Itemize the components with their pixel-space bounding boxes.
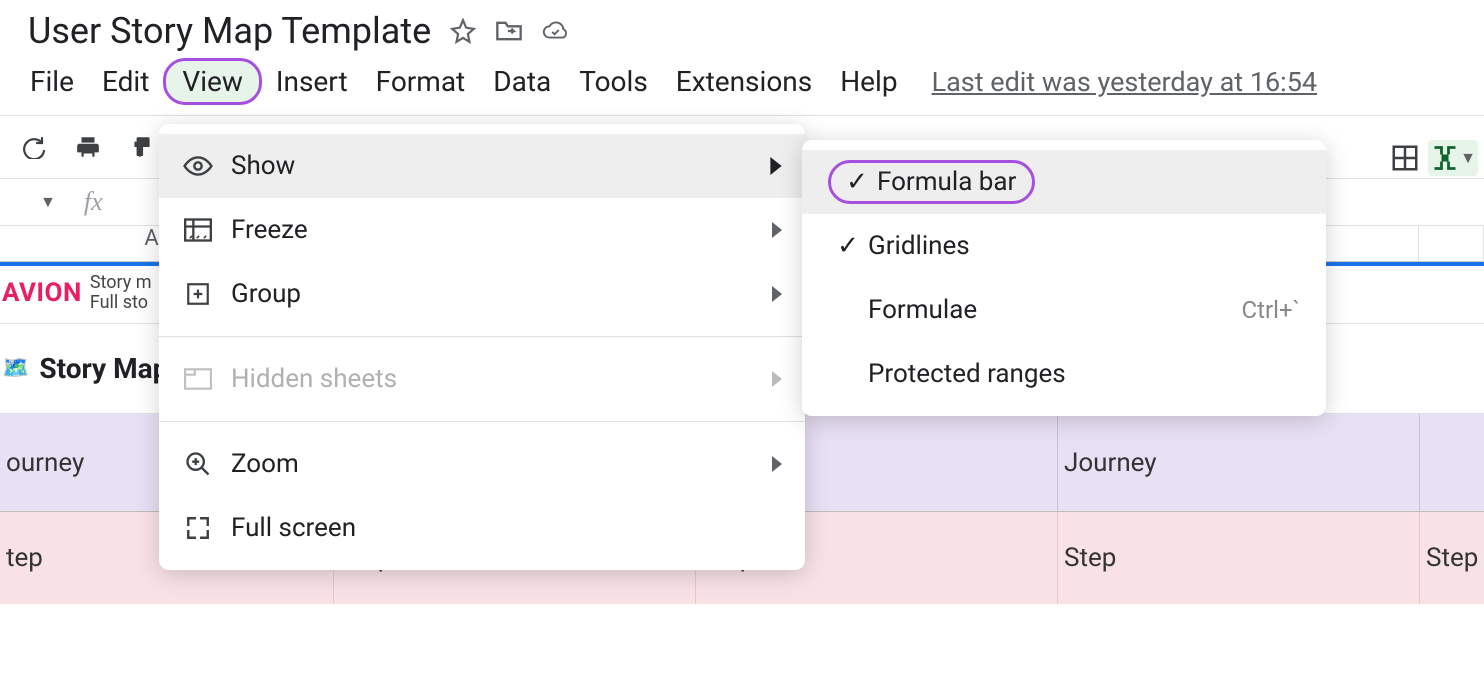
show-submenu-protected-ranges[interactable]: Protected ranges <box>802 342 1326 406</box>
view-menu-hidden-sheets: Hidden sheets <box>159 347 805 411</box>
journey-cell-4[interactable]: Journey <box>1058 414 1420 511</box>
avion-logo: AVION <box>0 278 82 308</box>
move-folder-icon[interactable] <box>495 17 523 45</box>
menu-edit[interactable]: Edit <box>88 59 163 104</box>
menu-view[interactable]: View <box>163 58 262 105</box>
show-submenu-gridlines[interactable]: ✓ Gridlines <box>802 214 1326 278</box>
story-meta-line1: Story m <box>90 273 152 293</box>
title-bar: User Story Map Template <box>0 0 1484 52</box>
view-menu-show-label: Show <box>231 151 295 181</box>
group-icon <box>179 281 217 307</box>
show-submenu-formulae[interactable]: Formulae Ctrl+` <box>802 278 1326 342</box>
chevron-right-icon <box>771 286 783 302</box>
show-submenu-gridlines-label: Gridlines <box>868 231 970 261</box>
cloud-status-icon[interactable] <box>541 17 569 45</box>
filter-views-icon[interactable]: ▼ <box>1428 140 1478 176</box>
menu-tools[interactable]: Tools <box>565 59 662 104</box>
document-title[interactable]: User Story Map Template <box>28 10 431 52</box>
eye-icon <box>179 155 217 177</box>
menu-data[interactable]: Data <box>479 59 565 104</box>
menu-bar: File Edit View Insert Format Data Tools … <box>0 52 1484 115</box>
story-map-label: Story Map <box>39 352 168 385</box>
menu-format[interactable]: Format <box>362 59 480 104</box>
zoom-icon <box>179 450 217 478</box>
check-icon: ✓ <box>837 167 877 197</box>
step-cell-4[interactable]: Step <box>1058 512 1420 604</box>
col-header-last[interactable] <box>1418 226 1484 261</box>
print-icon[interactable] <box>70 129 106 165</box>
show-submenu-panel: ✓ Formula bar ✓ Gridlines Formulae Ctrl+… <box>802 140 1326 416</box>
view-menu-fullscreen-label: Full screen <box>231 513 356 543</box>
view-menu-group-label: Group <box>231 279 301 309</box>
view-menu-freeze-label: Freeze <box>231 215 308 245</box>
menu-insert[interactable]: Insert <box>262 59 362 104</box>
hidden-sheets-icon <box>179 368 217 390</box>
menu-separator <box>159 336 805 337</box>
show-submenu-protected-ranges-label: Protected ranges <box>868 359 1066 389</box>
grid-icon[interactable] <box>1390 143 1420 173</box>
fx-icon: fx <box>84 187 103 217</box>
story-meta: Story m Full sto <box>82 273 152 313</box>
view-menu-panel: Show Freeze Group Hidden sheets <box>159 124 805 570</box>
view-menu-hidden-sheets-label: Hidden sheets <box>231 364 397 394</box>
menu-extensions[interactable]: Extensions <box>662 59 826 104</box>
story-meta-line2: Full sto <box>90 293 152 313</box>
namebox-dropdown-icon[interactable]: ▼ <box>40 192 56 212</box>
menu-file[interactable]: File <box>16 59 88 104</box>
view-menu-zoom-label: Zoom <box>231 449 299 479</box>
paint-format-icon[interactable] <box>124 129 160 165</box>
view-menu-fullscreen[interactable]: Full screen <box>159 496 805 560</box>
fullscreen-icon <box>179 515 217 541</box>
chevron-right-icon <box>771 456 783 472</box>
step-cell-5[interactable]: Step <box>1420 512 1484 604</box>
chevron-right-icon <box>771 222 783 238</box>
view-menu-group[interactable]: Group <box>159 262 805 326</box>
last-edit-link[interactable]: Last edit was yesterday at 16:54 <box>932 66 1318 98</box>
view-menu-freeze[interactable]: Freeze <box>159 198 805 262</box>
menu-separator <box>159 421 805 422</box>
show-submenu-formulae-label: Formulae <box>868 295 977 325</box>
menu-help[interactable]: Help <box>826 59 911 104</box>
map-emoji-icon: 🗺️ <box>2 356 29 381</box>
journey-cell-5[interactable] <box>1420 414 1484 511</box>
view-menu-zoom[interactable]: Zoom <box>159 432 805 496</box>
view-menu-show[interactable]: Show <box>159 134 805 198</box>
chevron-right-icon <box>769 157 783 175</box>
show-submenu-formulae-shortcut: Ctrl+` <box>1242 296 1300 324</box>
check-icon: ✓ <box>828 231 868 261</box>
freeze-icon <box>179 218 217 242</box>
show-submenu-formula-bar[interactable]: ✓ Formula bar <box>802 150 1326 214</box>
show-submenu-formula-bar-label: Formula bar <box>877 167 1016 197</box>
star-icon[interactable] <box>449 17 477 45</box>
chevron-down-icon: ▼ <box>1460 148 1476 168</box>
redo-icon[interactable] <box>16 129 52 165</box>
toolbar-right: ▼ <box>1390 140 1478 176</box>
chevron-right-icon <box>771 371 783 387</box>
